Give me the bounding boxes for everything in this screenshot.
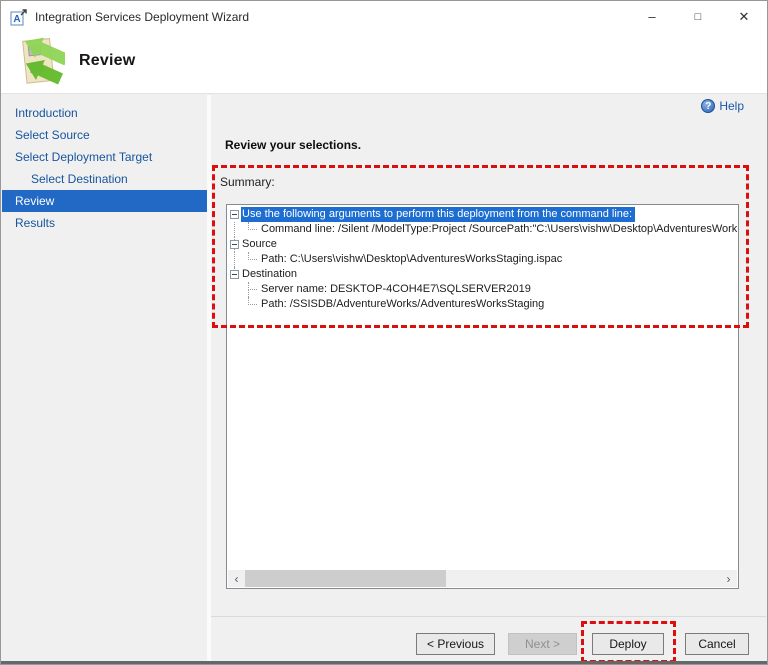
minimize-button[interactable]: – (629, 1, 675, 32)
tree-row-label: Source (242, 238, 277, 250)
page-title: Review (79, 52, 136, 69)
tree-collapse-icon[interactable] (230, 270, 239, 279)
footer-divider (211, 616, 766, 617)
maximize-button[interactable]: □ (675, 1, 721, 32)
tree-row[interactable]: Command line: /Silent /ModelType:Project… (227, 222, 737, 237)
tree-guide-line (234, 252, 235, 267)
tree-row[interactable]: Destination (227, 267, 737, 282)
tree-connector-icon (248, 282, 257, 290)
wizard-body: Introduction Select Source Select Deployme… (2, 95, 766, 661)
tree-row[interactable]: Use the following arguments to perform t… (227, 207, 737, 222)
help-icon: ? (701, 99, 716, 113)
sidebar-nav: Introduction Select Source Select Deployme… (2, 95, 207, 234)
deploy-button[interactable]: Deploy (592, 633, 664, 655)
sidebar-item-select-deployment-target[interactable]: Select Deployment Target (2, 146, 207, 168)
app-icon: A (10, 8, 27, 25)
wizard-header: Review (1, 32, 767, 94)
review-heading: Review your selections. (225, 138, 362, 152)
close-button[interactable]: ✕ (721, 1, 767, 32)
tree-row[interactable]: Server name: DESKTOP-4COH4E7\SQLSERVER20… (227, 282, 737, 297)
window-title: Integration Services Deployment Wizard (35, 9, 250, 24)
sidebar: Introduction Select Source Select Deployme… (2, 95, 207, 661)
tree-connector-icon (248, 252, 257, 260)
sidebar-item-review[interactable]: Review (2, 190, 207, 212)
tree-guide-line (248, 290, 249, 297)
help-link[interactable]: ? Help (701, 99, 744, 113)
scrollbar-thumb[interactable] (245, 570, 446, 587)
sidebar-item-select-source[interactable]: Select Source (2, 124, 207, 146)
tree-row[interactable]: Path: /SSISDB/AdventureWorks/AdventuresW… (227, 297, 737, 312)
tree-row-label: Path: C:\Users\vishw\Desktop\AdventuresW… (261, 253, 563, 265)
horizontal-scrollbar[interactable]: ‹ › (228, 570, 737, 587)
sidebar-item-select-destination[interactable]: Select Destination (2, 168, 207, 190)
content-panel: ? Help Review your selections. Summary: … (211, 95, 766, 661)
title-bar: A Integration Services Deployment Wizard… (1, 1, 767, 32)
tree-collapse-icon[interactable] (230, 210, 239, 219)
summary-tree-rows: Use the following arguments to perform t… (227, 207, 737, 312)
tree-collapse-icon[interactable] (230, 240, 239, 249)
scroll-right-icon[interactable]: › (720, 570, 737, 587)
sidebar-item-introduction[interactable]: Introduction (2, 102, 207, 124)
deployment-package-icon (22, 37, 65, 85)
summary-tree: Use the following arguments to perform t… (226, 204, 739, 589)
window-bottom-border (1, 661, 767, 664)
tree-connector-icon (248, 222, 257, 230)
tree-row-label: Use the following arguments to perform t… (241, 207, 636, 222)
tree-row-label: Path: /SSISDB/AdventureWorks/AdventuresW… (261, 298, 545, 310)
tree-guide-line (234, 222, 235, 237)
tree-row-label: Command line: /Silent /ModelType:Project… (261, 223, 737, 235)
summary-label: Summary: (220, 175, 275, 189)
tree-row-label: Server name: DESKTOP-4COH4E7\SQLSERVER20… (261, 283, 531, 295)
next-button[interactable]: Next > (508, 633, 577, 655)
tree-row[interactable]: Path: C:\Users\vishw\Desktop\AdventuresW… (227, 252, 737, 267)
tree-row[interactable]: Source (227, 237, 737, 252)
window-controls: – □ ✕ (629, 1, 767, 32)
svg-text:A: A (13, 14, 20, 25)
deployment-wizard-window: A Integration Services Deployment Wizard… (0, 0, 768, 665)
previous-button[interactable]: < Previous (416, 633, 495, 655)
tree-connector-icon (248, 297, 257, 305)
help-label: Help (719, 99, 744, 113)
tree-row-label: Destination (242, 268, 298, 280)
cancel-button[interactable]: Cancel (685, 633, 749, 655)
scroll-left-icon[interactable]: ‹ (228, 570, 245, 587)
sidebar-item-results[interactable]: Results (2, 212, 207, 234)
